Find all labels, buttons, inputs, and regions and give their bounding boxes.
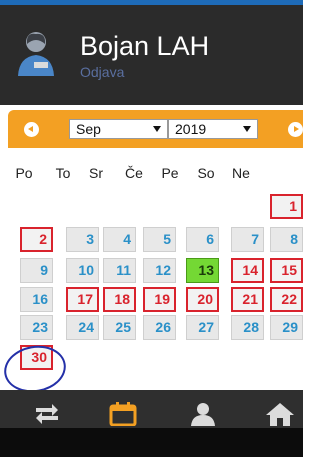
calendar-day[interactable]: 10	[66, 258, 99, 283]
calendar-day[interactable]: 24	[66, 315, 99, 340]
calendar-day[interactable]: 1	[270, 194, 303, 219]
calendar-day[interactable]: 23	[20, 315, 53, 340]
avatar-icon	[18, 32, 54, 76]
calendar-day[interactable]: 29	[270, 315, 303, 340]
calendar-day[interactable]: 19	[143, 287, 176, 312]
bottom-bar	[0, 428, 303, 457]
calendar-day[interactable]: 17	[66, 287, 99, 312]
sync-icon[interactable]	[32, 402, 62, 426]
chevron-down-icon	[243, 126, 251, 132]
calendar-day[interactable]: 5	[143, 227, 176, 252]
calendar-day[interactable]: 27	[186, 315, 219, 340]
year-select-value: 2019	[175, 121, 207, 137]
calendar-day[interactable]: 11	[103, 258, 136, 283]
calendar-day[interactable]: 3	[66, 227, 99, 252]
chevron-down-icon	[153, 126, 161, 132]
calendar-day[interactable]: 15	[270, 258, 303, 283]
weekday-header: Po	[15, 165, 33, 181]
calendar-day[interactable]: 6	[186, 227, 219, 252]
calendar-day[interactable]: 12	[143, 258, 176, 283]
user-name: Bojan LAH	[80, 31, 210, 61]
prev-month-icon[interactable]	[24, 122, 39, 137]
calendar-icon[interactable]	[108, 402, 138, 426]
calendar-day-today[interactable]: 13	[186, 258, 219, 283]
calendar-day[interactable]: 8	[270, 227, 303, 252]
calendar-day[interactable]: 26	[143, 315, 176, 340]
month-select[interactable]: Sep	[69, 119, 168, 139]
calendar-day[interactable]: 7	[231, 227, 264, 252]
calendar-day[interactable]: 20	[186, 287, 219, 312]
weekday-header: Ne	[232, 165, 250, 181]
weekday-header: To	[55, 165, 71, 181]
calendar-day[interactable]: 21	[231, 287, 264, 312]
weekday-header: Pe	[161, 165, 179, 181]
calendar-day[interactable]: 16	[20, 287, 53, 312]
calendar-day[interactable]: 9	[20, 258, 53, 283]
next-month-icon[interactable]	[288, 122, 303, 137]
calendar-day[interactable]: 2	[20, 227, 53, 252]
calendar-day[interactable]: 14	[231, 258, 264, 283]
user-icon[interactable]	[188, 402, 218, 426]
weekday-header: Če	[125, 165, 143, 181]
calendar-day[interactable]: 28	[231, 315, 264, 340]
calendar-day[interactable]: 22	[270, 287, 303, 312]
weekday-header: So	[197, 165, 215, 181]
calendar-day[interactable]: 25	[103, 315, 136, 340]
home-icon[interactable]	[265, 402, 295, 426]
weekday-header: Sr	[89, 165, 103, 181]
logout-link[interactable]: Odjava	[80, 64, 124, 80]
calendar-day[interactable]: 18	[103, 287, 136, 312]
month-select-value: Sep	[76, 121, 101, 137]
year-select[interactable]: 2019	[168, 119, 258, 139]
calendar-day[interactable]: 4	[103, 227, 136, 252]
